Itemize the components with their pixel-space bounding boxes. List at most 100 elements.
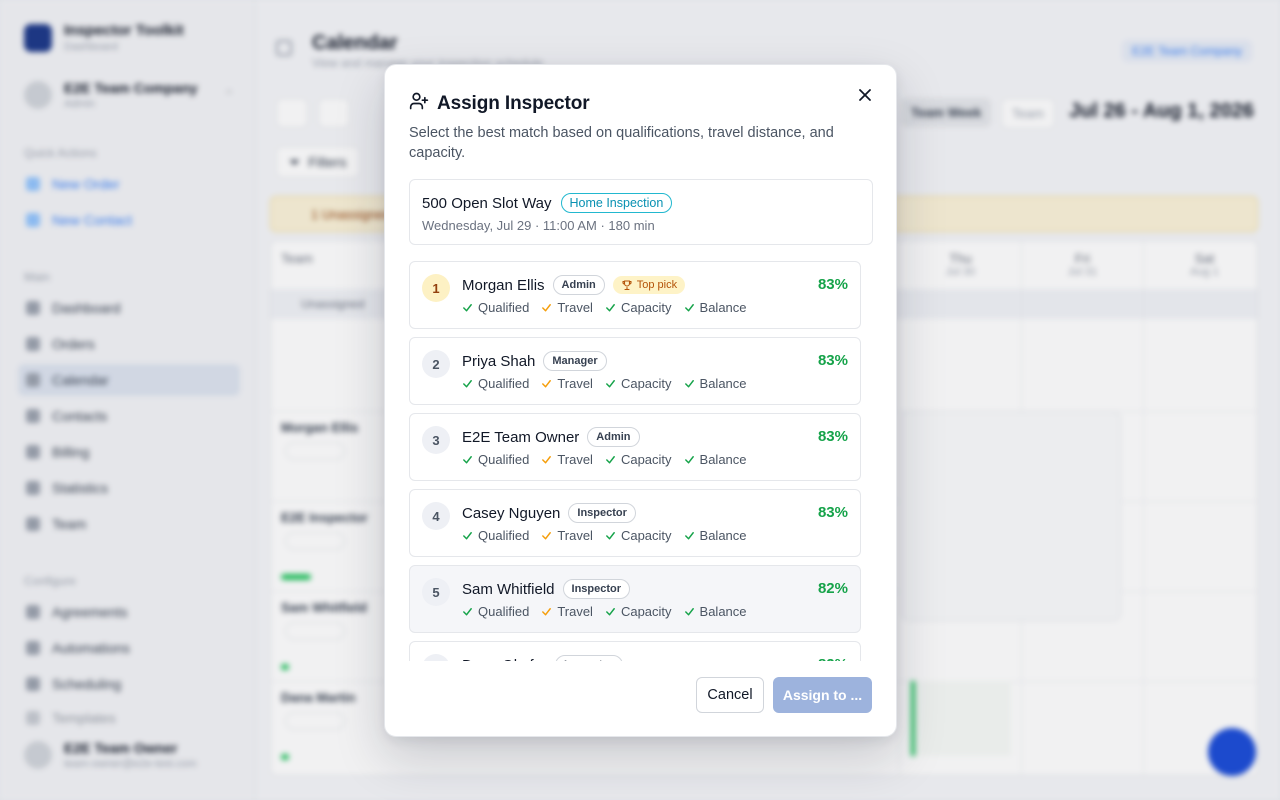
rank-badge: 2 bbox=[422, 350, 450, 378]
assign-button[interactable]: Assign to ... bbox=[773, 677, 872, 713]
criteria-list: Qualified Travel Capacity Balance bbox=[462, 376, 747, 391]
check-icon bbox=[605, 530, 616, 541]
role-badge: Inspector bbox=[555, 655, 623, 661]
rank-badge: 5 bbox=[422, 578, 450, 606]
criterion-capacity: Capacity bbox=[605, 528, 672, 543]
criterion-qualified: Qualified bbox=[462, 376, 529, 391]
candidate-name: Priya Shah bbox=[462, 352, 536, 370]
candidate-name: Morgan Ellis bbox=[462, 276, 545, 294]
criterion-label: Travel bbox=[557, 604, 593, 619]
criterion-travel: Travel bbox=[541, 452, 593, 467]
check-icon bbox=[541, 606, 552, 617]
criterion-label: Qualified bbox=[478, 604, 530, 619]
check-icon bbox=[541, 454, 552, 465]
criteria-list: Qualified Travel Capacity Balance bbox=[462, 300, 747, 315]
candidate-header: Morgan Ellis Admin Top pick bbox=[462, 274, 686, 296]
candidate-row[interactable]: 5 Sam Whitfield Inspector 82% Qualified Trave… bbox=[409, 565, 861, 633]
role-badge: Inspector bbox=[568, 503, 636, 523]
match-score: 83% bbox=[817, 504, 848, 521]
close-icon bbox=[858, 88, 872, 107]
criterion-label: Balance bbox=[699, 376, 747, 391]
criterion-capacity: Capacity bbox=[605, 604, 672, 619]
match-score: 83% bbox=[817, 428, 848, 445]
candidate-header: E2E Team Owner Admin bbox=[462, 426, 640, 448]
criterion-label: Balance bbox=[699, 452, 747, 467]
criteria-list: Qualified Travel Capacity Balance bbox=[462, 604, 747, 619]
rank-badge: 1 bbox=[422, 274, 450, 302]
match-score: 82% bbox=[818, 656, 848, 661]
criterion-qualified: Qualified bbox=[462, 452, 529, 467]
candidate-name: E2E Team Owner bbox=[462, 428, 580, 446]
order-address: 500 Open Slot Way bbox=[422, 194, 552, 212]
check-icon bbox=[684, 454, 695, 465]
candidate-header: Casey Nguyen Inspector bbox=[462, 502, 636, 524]
criterion-balance: Balance bbox=[684, 604, 747, 619]
criterion-qualified: Qualified bbox=[462, 604, 529, 619]
criterion-label: Balance bbox=[699, 300, 747, 315]
criterion-qualified: Qualified bbox=[462, 528, 529, 543]
role-badge: Admin bbox=[552, 275, 605, 295]
role-badge: Admin bbox=[587, 427, 640, 447]
check-icon bbox=[462, 378, 473, 389]
check-icon bbox=[684, 378, 695, 389]
dialog-title: Assign Inspector bbox=[437, 92, 590, 114]
check-icon bbox=[605, 378, 616, 389]
order-summary-card: 500 Open Slot Way Home Inspection Wednes… bbox=[409, 179, 873, 245]
check-icon bbox=[684, 302, 695, 313]
rank-badge: 4 bbox=[422, 502, 450, 530]
criterion-travel: Travel bbox=[541, 376, 593, 391]
candidate-row[interactable]: 6Dana OkaforInspector82%QualifiedTravelC… bbox=[409, 641, 861, 661]
criterion-label: Balance bbox=[699, 604, 747, 619]
check-icon bbox=[462, 302, 473, 313]
candidate-header: Priya Shah Manager bbox=[462, 350, 607, 372]
check-icon bbox=[684, 606, 695, 617]
criterion-balance: Balance bbox=[684, 452, 747, 467]
criterion-qualified: Qualified bbox=[462, 300, 529, 315]
criterion-travel: Travel bbox=[541, 528, 593, 543]
candidate-row[interactable]: 4 Casey Nguyen Inspector 83% Qualified Travel… bbox=[409, 489, 861, 557]
criterion-capacity: Capacity bbox=[605, 300, 672, 315]
rank-badge: 3 bbox=[422, 426, 450, 454]
cancel-button[interactable]: Cancel bbox=[696, 677, 764, 713]
criterion-label: Capacity bbox=[620, 528, 672, 543]
candidate-row[interactable]: 2 Priya Shah Manager 83% Qualified Travel Capa… bbox=[409, 337, 861, 405]
candidate-header: Dana Okafor Inspector bbox=[462, 654, 623, 661]
dialog-description: Select the best match based on qualifica… bbox=[409, 125, 834, 161]
candidate-name: Casey Nguyen bbox=[462, 504, 561, 522]
order-meta: Wednesday, Jul 29 · 11:00 AM · 180 min bbox=[422, 218, 655, 233]
candidate-row[interactable]: 3 E2E Team Owner Admin 83% Qualified Travel Ca… bbox=[409, 413, 861, 481]
criterion-label: Capacity bbox=[620, 452, 672, 467]
trophy-icon bbox=[621, 279, 633, 291]
check-icon bbox=[462, 454, 473, 465]
criterion-label: Capacity bbox=[620, 376, 672, 391]
check-icon bbox=[462, 530, 473, 541]
criterion-label: Travel bbox=[557, 452, 593, 467]
criterion-label: Balance bbox=[699, 528, 747, 543]
check-icon bbox=[541, 378, 552, 389]
close-button[interactable] bbox=[855, 87, 875, 107]
inspection-type-badge: Home Inspection bbox=[560, 193, 673, 213]
dialog-header: Assign Inspector bbox=[409, 91, 590, 116]
match-score: 82% bbox=[817, 580, 848, 597]
role-badge: Inspector bbox=[562, 579, 631, 599]
criterion-label: Travel bbox=[557, 300, 593, 315]
rank-badge: 6 bbox=[422, 654, 450, 661]
check-icon bbox=[605, 302, 616, 313]
assign-inspector-dialog: Assign Inspector Select the best match b… bbox=[384, 64, 897, 737]
criteria-list: Qualified Travel Capacity Balance bbox=[462, 528, 747, 543]
candidate-name: Sam Whitfield bbox=[462, 580, 555, 598]
candidate-row[interactable]: 1 Morgan Ellis Admin Top pick 83% Qualified Tr… bbox=[409, 261, 861, 329]
top-pick-badge: Top pick bbox=[612, 276, 686, 294]
candidate-list[interactable]: 1 Morgan Ellis Admin Top pick 83% Qualified Tr… bbox=[409, 261, 861, 661]
check-icon bbox=[684, 530, 695, 541]
check-icon bbox=[605, 454, 616, 465]
criterion-label: Capacity bbox=[620, 604, 672, 619]
criterion-label: Qualified bbox=[478, 528, 530, 543]
criterion-travel: Travel bbox=[541, 604, 593, 619]
criterion-label: Travel bbox=[557, 528, 593, 543]
criterion-travel: Travel bbox=[541, 300, 593, 315]
criterion-balance: Balance bbox=[684, 300, 747, 315]
candidate-name: Dana Okafor bbox=[462, 657, 547, 662]
check-icon bbox=[541, 302, 552, 313]
candidate-header: Sam Whitfield Inspector bbox=[462, 578, 631, 600]
